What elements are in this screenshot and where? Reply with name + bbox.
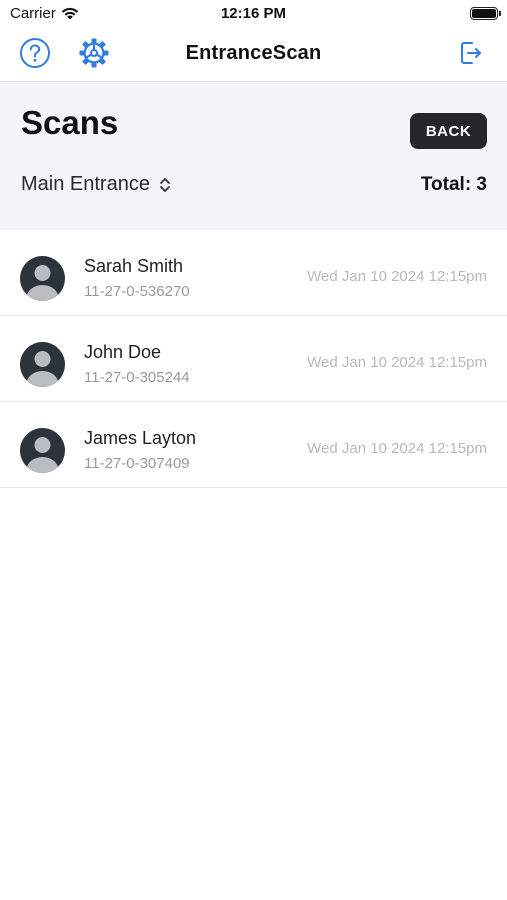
chevron-up-down-icon xyxy=(160,177,170,192)
location-label: Main Entrance xyxy=(21,173,150,195)
logout-icon xyxy=(461,42,481,64)
scan-code: 11-27-0-536270 xyxy=(84,283,190,300)
avatar xyxy=(20,256,65,301)
scan-code: 11-27-0-307409 xyxy=(84,455,190,472)
scans-header: Scans BACK Main Entrance Total: 3 xyxy=(0,82,507,230)
total-count: Total: 3 xyxy=(420,174,487,195)
scan-timestamp: Wed Jan 10 2024 12:15pm xyxy=(307,440,487,457)
user-avatar-icon xyxy=(26,351,59,387)
location-selector[interactable]: Main Entrance xyxy=(21,173,172,196)
scan-timestamp: Wed Jan 10 2024 12:15pm xyxy=(307,354,487,371)
list-item[interactable]: Sarah Smith 11-27-0-536270 Wed Jan 10 20… xyxy=(0,230,507,316)
scan-timestamp: Wed Jan 10 2024 12:15pm xyxy=(307,268,487,285)
user-avatar-icon xyxy=(26,437,59,473)
nav-bar: EntranceScan xyxy=(0,28,507,82)
scan-name: Sarah Smith xyxy=(84,256,184,276)
status-bar: Carrier 12:16 PM xyxy=(0,0,507,28)
back-button[interactable]: BACK xyxy=(410,113,487,149)
page-title: Scans xyxy=(21,104,119,141)
list-item[interactable]: James Layton 11-27-0-307409 Wed Jan 10 2… xyxy=(0,402,507,488)
scan-name: James Layton xyxy=(84,428,197,448)
battery-icon xyxy=(470,7,501,20)
scan-list: Sarah Smith 11-27-0-536270 Wed Jan 10 20… xyxy=(0,230,507,488)
user-avatar-icon xyxy=(26,265,59,301)
avatar xyxy=(20,342,65,387)
logout-button[interactable] xyxy=(455,37,487,69)
scan-name: John Doe xyxy=(84,342,162,362)
list-item[interactable]: John Doe 11-27-0-305244 Wed Jan 10 2024 … xyxy=(0,316,507,402)
status-time: 12:16 PM xyxy=(220,5,287,22)
app-title: EntranceScan xyxy=(185,42,322,64)
scan-code: 11-27-0-305244 xyxy=(84,369,190,386)
avatar xyxy=(20,428,65,473)
